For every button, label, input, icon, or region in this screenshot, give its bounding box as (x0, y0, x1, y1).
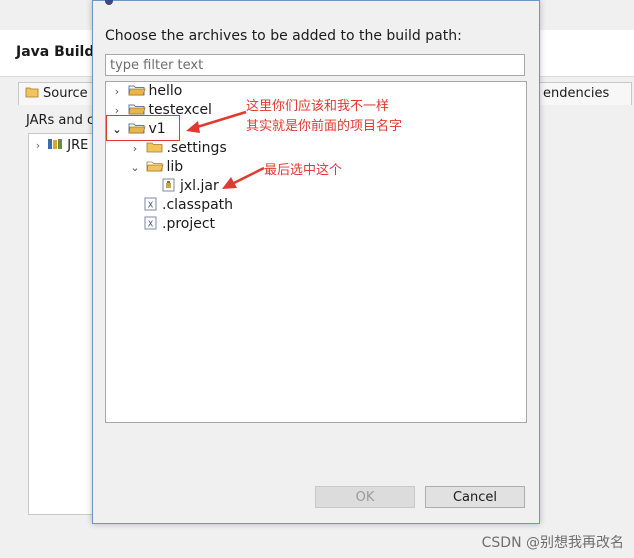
folder-icon (128, 104, 147, 115)
folder-icon (128, 85, 147, 96)
tree-item-lib[interactable]: ⌄ lib (128, 158, 183, 177)
jars-label: JARs and c (26, 113, 95, 128)
xml-file-icon: X (144, 197, 157, 211)
annotation-arrow-icon (222, 166, 265, 189)
watermark: CSDN @别想我再改名 (481, 535, 624, 551)
chevron-right-icon[interactable]: › (33, 139, 43, 152)
annotation-arrow-icon (186, 110, 247, 133)
chevron-right-icon[interactable]: › (110, 82, 124, 101)
open-folder-icon (146, 161, 165, 172)
jre-label: JRE (67, 138, 89, 153)
library-icon (48, 139, 63, 149)
v1-highlight-box (106, 115, 180, 141)
page-title: Java Build (16, 44, 95, 60)
tree-label-lib: lib (166, 159, 184, 175)
jars-tree[interactable]: › JRE (28, 133, 99, 515)
chevron-right-icon[interactable]: › (128, 139, 142, 158)
tab-order-dependencies[interactable]: endencies (536, 82, 632, 105)
tree-label-settings: .settings (166, 140, 227, 156)
tree-item-project[interactable]: X .project (142, 215, 215, 234)
annotation-line-1: 这里你们应该和我不一样 (246, 99, 390, 114)
tab-dependencies-label: endencies (543, 86, 610, 101)
svg-text:X: X (148, 201, 154, 210)
source-folder-icon (25, 87, 39, 98)
jar-file-icon (162, 178, 175, 192)
ok-button[interactable]: OK (315, 486, 415, 508)
tree-item-settings[interactable]: › .settings (128, 139, 227, 158)
tree-label-jxl-jar: jxl.jar (180, 178, 219, 194)
annotation-line-3: 最后选中这个 (264, 163, 343, 178)
cancel-button[interactable]: Cancel (425, 486, 525, 508)
svg-text:X: X (148, 220, 154, 229)
tree-item-jxl-jar[interactable]: jxl.jar (160, 177, 219, 196)
jre-tree-item[interactable]: › JRE (33, 138, 89, 153)
chevron-down-icon[interactable]: ⌄ (128, 158, 142, 177)
eclipse-icon (105, 0, 113, 5)
tree-item-hello[interactable]: › hello (110, 82, 183, 101)
tree-item-classpath[interactable]: X .classpath (142, 196, 233, 215)
annotation-line-2: 其实就是你前面的项目名字 (246, 119, 403, 134)
filter-input[interactable] (105, 54, 525, 76)
dialog-message: Choose the archives to be added to the b… (105, 28, 462, 44)
xml-file-icon: X (144, 216, 157, 230)
tab-source-label: Source (43, 86, 88, 101)
folder-icon (147, 142, 163, 153)
dialog-title-strip (93, 0, 539, 9)
tree-label-classpath: .classpath (162, 197, 234, 213)
tree-label-project: .project (162, 216, 216, 232)
tree-label-hello: hello (148, 83, 183, 99)
jar-selection-dialog: Choose the archives to be added to the b… (92, 0, 540, 524)
